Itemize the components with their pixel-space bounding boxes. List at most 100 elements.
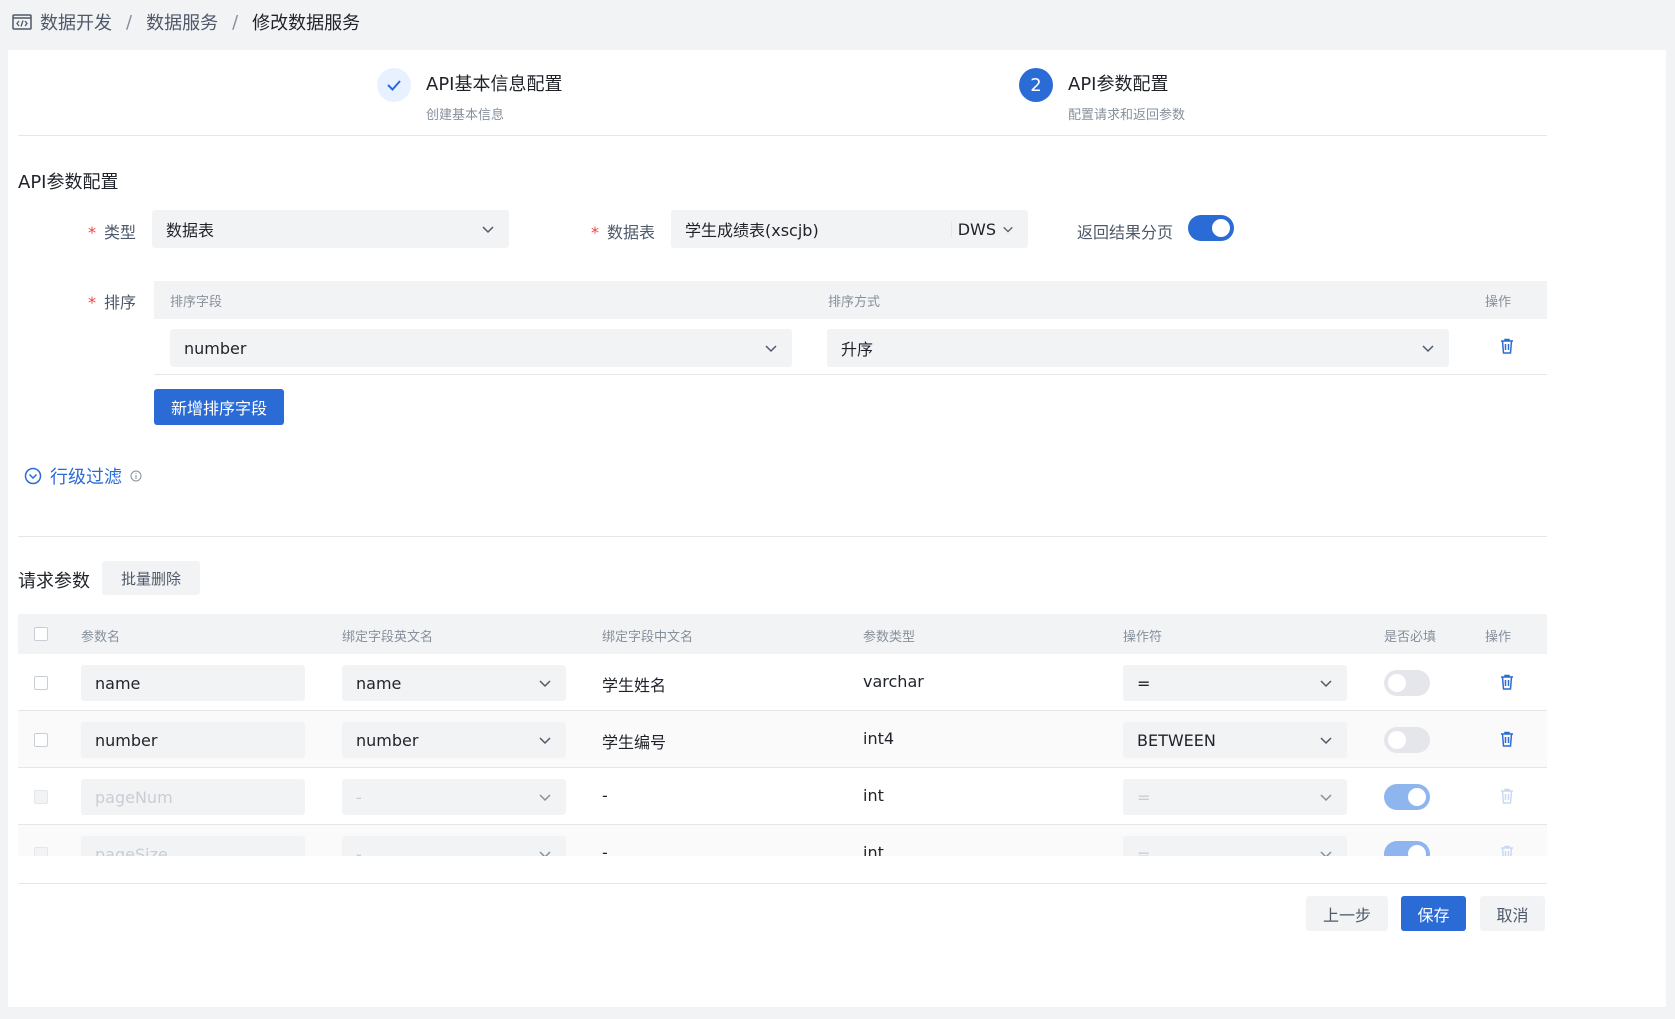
main-panel: API基本信息配置 创建基本信息 2 API参数配置 配置请求和返回参数 API… <box>8 50 1666 1007</box>
table-label: * 数据表 <box>591 219 655 243</box>
chevron-down-icon <box>539 851 551 856</box>
trash-icon[interactable] <box>1498 337 1516 355</box>
field-en-select[interactable]: number <box>342 722 566 758</box>
chevron-down-icon <box>482 226 494 234</box>
breadcrumb: 数据开发 / 数据服务 / 修改数据服务 <box>12 10 360 34</box>
batch-delete-button[interactable]: 批量删除 <box>102 561 200 595</box>
header-field-en: 绑定字段英文名 <box>342 630 434 645</box>
field-cn-text: 学生编号 <box>602 733 667 752</box>
required-toggle[interactable] <box>1384 727 1430 753</box>
step-desc: 配置请求和返回参数 <box>1068 108 1186 123</box>
trash-icon[interactable] <box>1498 673 1516 691</box>
required-toggle <box>1384 784 1430 810</box>
type-select[interactable]: 数据表 <box>152 210 509 248</box>
row-checkbox <box>34 847 48 856</box>
row-filter-label: 行级过滤 <box>50 467 122 488</box>
field-en-select: - <box>342 836 566 856</box>
required-mark: * <box>591 223 599 242</box>
step-title: API基本信息配置 <box>426 74 563 95</box>
header-param-type: 参数类型 <box>863 630 916 645</box>
type-label: * 类型 <box>88 219 136 243</box>
header-field-cn: 绑定字段中文名 <box>602 630 694 645</box>
paging-toggle[interactable] <box>1188 215 1234 241</box>
request-params-table: 参数名 绑定字段英文名 绑定字段中文名 参数类型 操作符 是否必填 操作 nam… <box>18 614 1547 856</box>
chevron-down-icon <box>1320 680 1332 688</box>
operator-select[interactable]: BETWEEN <box>1123 722 1347 758</box>
field-en-select[interactable]: name <box>342 665 566 701</box>
save-button[interactable]: 保存 <box>1401 896 1466 931</box>
breadcrumb-item-data-dev[interactable]: 数据开发 <box>40 9 112 35</box>
toggle-knob <box>1388 674 1406 692</box>
operator-select: = <box>1123 779 1347 815</box>
param-name-input[interactable]: number <box>81 722 305 758</box>
param-type-text: int <box>863 843 884 856</box>
select-divider <box>950 221 952 237</box>
sort-field-select[interactable]: number <box>170 329 792 367</box>
row-filter-toggle[interactable]: 行级过滤 <box>24 463 142 489</box>
code-window-icon <box>12 14 32 30</box>
field-en-value: - <box>356 787 362 807</box>
sort-order-value: 升序 <box>841 340 874 359</box>
step-param-config: 2 API参数配置 配置请求和返回参数 <box>1019 68 1185 123</box>
chevron-down-icon <box>1320 851 1332 856</box>
cancel-button[interactable]: 取消 <box>1480 896 1545 931</box>
breadcrumb-separator: / <box>232 11 239 33</box>
row-checkbox[interactable] <box>34 733 48 747</box>
operator-value: = <box>1137 787 1151 807</box>
required-toggle <box>1384 841 1430 856</box>
chevron-down-icon <box>1003 226 1013 233</box>
operator-value: = <box>1137 844 1151 857</box>
header-param-name: 参数名 <box>81 630 121 645</box>
param-type-text: int <box>863 786 884 805</box>
sort-label: * 排序 <box>88 289 136 313</box>
request-params-title: 请求参数 <box>18 571 90 592</box>
chevron-down-icon <box>1320 794 1332 802</box>
step-basic-info: API基本信息配置 创建基本信息 <box>377 68 562 123</box>
divider <box>18 883 1547 884</box>
prev-step-button[interactable]: 上一步 <box>1306 896 1388 931</box>
chevron-circle-down-icon <box>24 467 42 485</box>
type-label-text: 类型 <box>104 223 137 242</box>
header-sort-field: 排序字段 <box>170 294 223 310</box>
header-actions: 操作 <box>1485 630 1512 645</box>
toggle-knob <box>1408 788 1426 806</box>
params-table-header: 参数名 绑定字段英文名 绑定字段中文名 参数类型 操作符 是否必填 操作 <box>18 614 1547 654</box>
trash-icon <box>1501 845 1513 856</box>
step-done-circle <box>377 68 411 102</box>
operator-value: = <box>1137 673 1151 693</box>
required-toggle[interactable] <box>1384 670 1430 696</box>
table-source-value[interactable]: DWS <box>958 220 996 239</box>
section-title: API参数配置 <box>18 172 119 193</box>
required-mark: * <box>88 293 96 312</box>
param-type-text: int4 <box>863 729 895 748</box>
step-number-badge: 2 <box>1019 68 1053 102</box>
field-en-select: - <box>342 779 566 815</box>
add-sort-field-button[interactable]: 新增排序字段 <box>154 389 284 425</box>
divider <box>18 536 1547 537</box>
sort-label-text: 排序 <box>104 293 137 312</box>
toggle-knob <box>1388 731 1406 749</box>
param-name-input: pageNum <box>81 779 305 815</box>
field-cn-text: - <box>602 843 608 856</box>
row-checkbox[interactable] <box>34 676 48 690</box>
sort-order-select[interactable]: 升序 <box>827 329 1449 367</box>
select-all-checkbox[interactable] <box>34 627 48 641</box>
chevron-down-icon <box>1422 345 1434 353</box>
param-name-input[interactable]: name <box>81 665 305 701</box>
operator-select[interactable]: = <box>1123 665 1347 701</box>
sort-field-value: number <box>184 338 247 358</box>
param-name-input: pageSize <box>81 836 305 856</box>
operator-select: = <box>1123 836 1347 856</box>
table-select[interactable]: 学生成绩表(xscjb) DWS <box>671 210 1028 248</box>
step-desc: 创建基本信息 <box>426 108 505 123</box>
param-row: pageSize - - int = <box>18 825 1547 856</box>
trash-icon[interactable] <box>1498 730 1516 748</box>
sort-table-header: 排序字段 排序方式 操作 <box>154 281 1547 319</box>
toggle-knob <box>1212 219 1230 237</box>
field-en-value: name <box>356 673 402 693</box>
param-row: pageNum - - int = <box>18 768 1547 825</box>
required-mark: * <box>88 223 96 242</box>
breadcrumb-item-data-service[interactable]: 数据服务 <box>146 9 218 35</box>
chevron-down-icon <box>765 345 777 353</box>
header-actions: 操作 <box>1485 294 1512 310</box>
